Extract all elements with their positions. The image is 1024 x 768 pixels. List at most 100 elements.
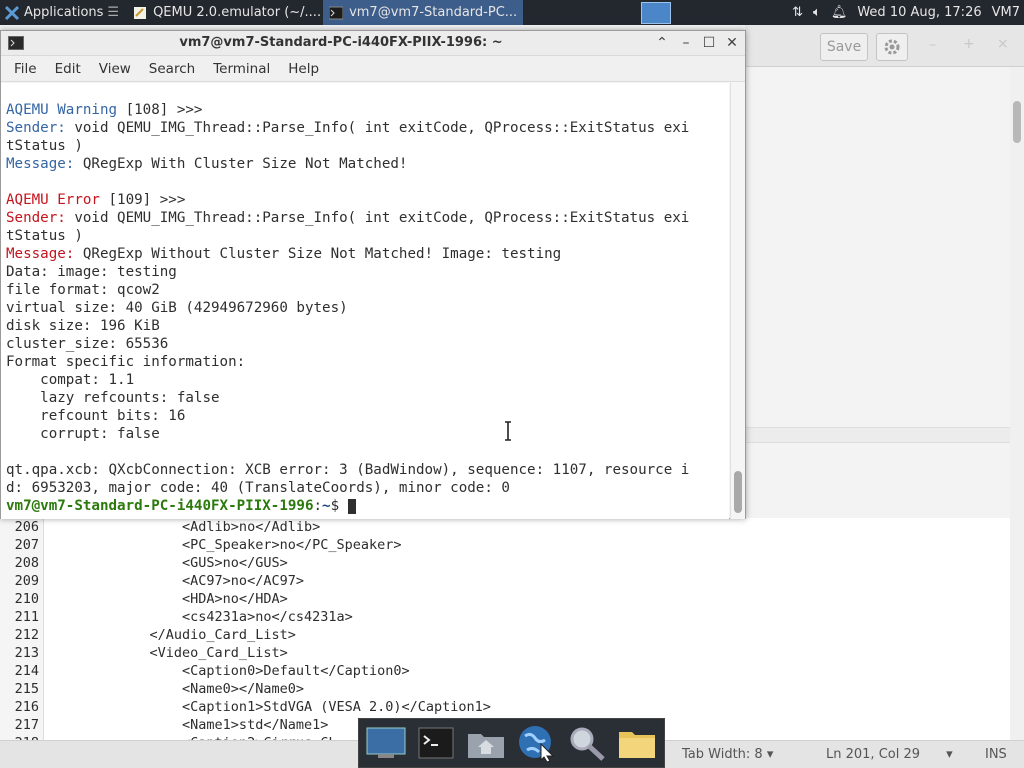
close-icon[interactable]: ✕ <box>723 34 741 52</box>
show-desktop-icon[interactable] <box>365 722 407 764</box>
code-text: <Name0></Name0> <box>52 681 304 697</box>
menu-file[interactable]: File <box>5 61 46 77</box>
terminal-text: QRegExp With Cluster Size Not Matched! <box>74 156 408 172</box>
terminal-line: Message: QRegExp Without Cluster Size No… <box>6 245 729 263</box>
line-number: 211 <box>0 608 44 626</box>
insert-mode-label: INS <box>985 747 1007 762</box>
terminal-scrollbar[interactable] <box>730 83 745 519</box>
menu-separator-icon: ☰ <box>107 5 120 20</box>
close-icon[interactable]: × <box>997 36 1009 52</box>
terminal-text: void QEMU_IMG_Thread::Parse_Info( int ex… <box>65 120 690 136</box>
menu-terminal[interactable]: Terminal <box>204 61 279 77</box>
terminal-line: lazy refcounts: false <box>6 389 729 407</box>
terminal-line: Message: QRegExp With Cluster Size Not M… <box>6 155 729 173</box>
taskbar-item-label: QEMU 2.0.emulator (~/.... <box>153 5 322 20</box>
terminal-text: cluster_size: 65536 <box>6 336 169 352</box>
code-line: 211 <cs4231a>no</cs4231a> <box>0 608 1010 626</box>
taskbar-item-terminal[interactable]: vm7@vm7-Standard-PC... <box>323 0 524 25</box>
network-icon[interactable]: ⇅ <box>792 5 803 20</box>
terminal-scrollbar-thumb[interactable] <box>734 471 742 513</box>
line-number: 215 <box>0 680 44 698</box>
terminal-line: qt.qpa.xcb: QXcbConnection: XCB error: 3… <box>6 461 729 479</box>
code-line: 212 </Audio_Card_List> <box>0 626 1010 644</box>
taskbar-item-editor[interactable]: QEMU 2.0.emulator (~/.... <box>127 0 323 25</box>
terminal-titlebar[interactable]: vm7@vm7-Standard-PC-i440FX-PIIX-1996: ~ … <box>1 31 745 56</box>
terminal-line: tStatus ) <box>6 227 729 245</box>
code-line: 210 <HDA>no</HDA> <box>0 590 1010 608</box>
code-text: <Caption1>StdVGA (VESA 2.0)</Caption1> <box>52 699 491 715</box>
web-browser-icon[interactable] <box>516 722 558 764</box>
terminal-menubar: File Edit View Search Terminal Help <box>1 56 745 82</box>
top-panel: Applications ☰ QEMU 2.0.emulator (~/....… <box>0 0 1024 25</box>
terminal-text: Sender: <box>6 120 66 136</box>
home-folder-icon[interactable] <box>465 722 507 764</box>
terminal-text: disk size: 196 KiB <box>6 318 160 334</box>
user-menu[interactable]: VM7 <box>992 5 1020 20</box>
code-text: <HDA>no</HDA> <box>52 591 288 607</box>
menu-help[interactable]: Help <box>279 61 328 77</box>
save-button[interactable]: Save <box>820 33 868 61</box>
minimize-icon[interactable]: – <box>929 37 936 53</box>
maximize-icon[interactable]: + <box>963 36 975 52</box>
line-number: 208 <box>0 554 44 572</box>
cursor-position-selector[interactable]: Ln 201, Col 29 ▾ <box>826 747 953 762</box>
code-line: 208 <GUS>no</GUS> <box>0 554 1010 572</box>
terminal-text: AQEMU Error <box>6 192 100 208</box>
terminal-text: ~ <box>322 498 331 514</box>
menu-edit[interactable]: Edit <box>46 61 90 77</box>
search-icon[interactable] <box>566 722 608 764</box>
workspace-switcher[interactable] <box>641 1 672 24</box>
shade-icon[interactable]: ⌃ <box>653 34 671 52</box>
terminal-launcher-icon[interactable] <box>415 722 457 764</box>
line-number: 217 <box>0 716 44 734</box>
editor-scrollbar[interactable] <box>1010 67 1024 743</box>
volume-icon[interactable]: 🔈︎ <box>813 5 821 20</box>
terminal-text: AQEMU Warning <box>6 102 118 118</box>
editor-split-divider[interactable] <box>745 427 1010 443</box>
terminal-line: Format specific information: <box>6 353 729 371</box>
terminal-output[interactable]: AQEMU Warning [108] >>> Sender: void QEMU… <box>1 83 729 519</box>
menu-view[interactable]: View <box>90 61 140 77</box>
code-text: <Adlib>no</Adlib> <box>52 519 321 535</box>
editor-toolbar: Save – + × <box>745 25 1024 67</box>
notification-bell-icon[interactable]: 🔔︎ <box>831 5 848 20</box>
xfce-logo-icon <box>4 5 20 20</box>
terminal-text: Message: <box>6 246 75 262</box>
chevron-down-icon: ▾ <box>946 747 953 762</box>
terminal-line: AQEMU Warning [108] >>> <box>6 101 729 119</box>
editor-code-area[interactable]: 206 <Adlib>no</Adlib> 207 <PC_Speaker>no<… <box>0 518 1010 742</box>
editor-scrollbar-thumb[interactable] <box>1013 101 1021 143</box>
terminal-line: d: 6953203, major code: 40 (TranslateCoo… <box>6 479 729 497</box>
applications-menu[interactable]: Applications ☰ <box>0 0 123 25</box>
terminal-text: [108] >>> <box>117 102 203 118</box>
maximize-icon[interactable]: ☐ <box>700 34 718 52</box>
folder-icon[interactable] <box>616 722 658 764</box>
terminal-text: virtual size: 40 GiB (42949672960 bytes) <box>6 300 348 316</box>
terminal-text: tStatus ) <box>6 228 83 244</box>
terminal-text: [109] >>> <box>99 192 186 208</box>
tab-width-selector[interactable]: Tab Width: 8 ▾ <box>682 747 773 762</box>
code-text: <AC97>no</AC97> <box>52 573 304 589</box>
gear-icon[interactable] <box>876 33 908 61</box>
terminal-cursor <box>347 498 356 514</box>
code-text: <PC_Speaker>no</PC_Speaker> <box>52 537 402 553</box>
terminal-text: file format: qcow2 <box>6 282 160 298</box>
line-number: 210 <box>0 590 44 608</box>
clock[interactable]: Wed 10 Aug, 17:26 <box>857 5 981 20</box>
terminal-line: virtual size: 40 GiB (42949672960 bytes) <box>6 299 729 317</box>
code-line: 216 <Caption1>StdVGA (VESA 2.0)</Caption… <box>0 698 1010 716</box>
terminal-text: $ <box>330 498 348 514</box>
terminal-line: Data: image: testing <box>6 263 729 281</box>
menu-search[interactable]: Search <box>140 61 204 77</box>
terminal-icon <box>329 6 344 19</box>
terminal-text: lazy refcounts: false <box>6 390 220 406</box>
terminal-text: Sender: <box>6 210 66 226</box>
code-line: 214 <Caption0>Default</Caption0> <box>0 662 1010 680</box>
terminal-line: AQEMU Error [109] >>> <box>6 191 729 209</box>
terminal-line: corrupt: false <box>6 425 729 443</box>
minimize-icon[interactable]: – <box>677 34 695 52</box>
text-cursor-icon <box>505 421 511 441</box>
terminal-text: QRegExp Without Cluster Size Not Matched… <box>74 246 562 262</box>
